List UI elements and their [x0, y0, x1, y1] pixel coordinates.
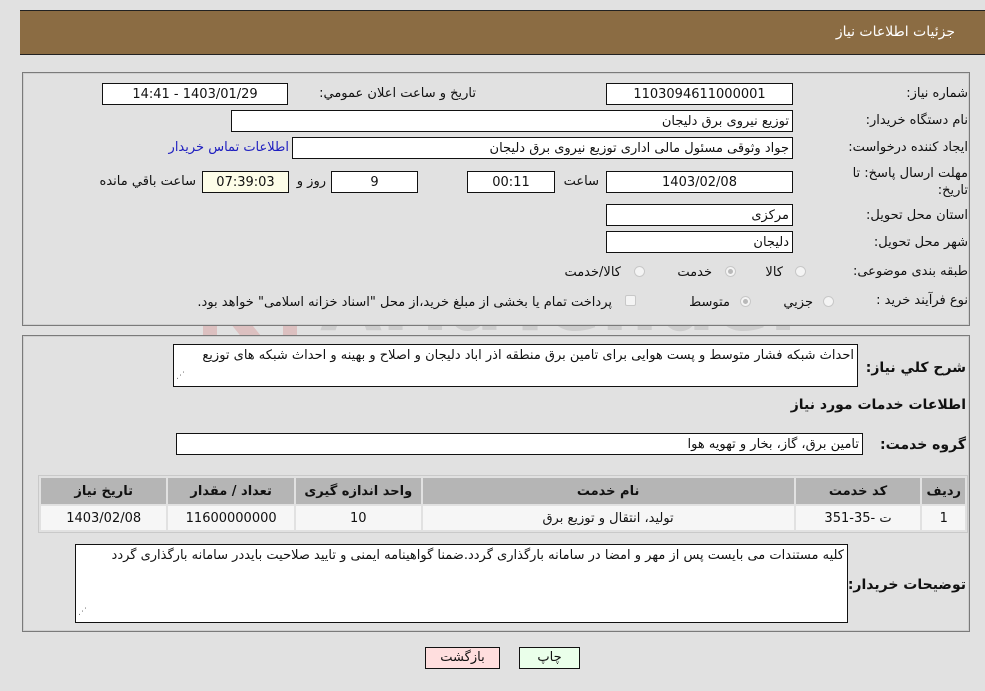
remaining-time-field: 07:39:03	[202, 171, 289, 193]
cell-need-date: 1403/02/08	[41, 506, 167, 530]
cell-row-number: 1	[922, 506, 965, 530]
table-header-row: ردیف کد خدمت نام خدمت واحد اندازه گیری ت…	[41, 478, 965, 504]
cell-unit: 10	[295, 506, 421, 530]
need-number-label: شماره نیاز:	[906, 86, 968, 101]
table-row: 1 ت -35-351 تولید، انتقال و توزیع برق 10…	[41, 506, 965, 530]
col-service-name: نام خدمت	[422, 478, 794, 504]
buyer-org-label: نام دستگاه خریدار:	[865, 113, 968, 128]
buyer-contact-link[interactable]: اطلاعات تماس خریدار	[169, 140, 289, 155]
category-radio-goods[interactable]	[795, 266, 806, 277]
col-row-number: ردیف	[922, 478, 965, 504]
process-label: نوع فرآیند خرید :	[876, 293, 968, 308]
service-group-field: تامین برق، گاز، بخار و تهویه هوا	[176, 433, 863, 455]
category-option-service: خدمت	[677, 265, 712, 280]
treasury-checkbox[interactable]	[625, 295, 636, 306]
province-label: استان محل تحویل:	[866, 208, 968, 223]
treasury-note: پرداخت تمام یا بخشی از مبلغ خرید،از محل …	[197, 295, 612, 310]
deadline-label: مهلت ارسال پاسخ: تا تاریخ:	[852, 166, 968, 198]
page-header: جزئیات اطلاعات نیاز	[20, 10, 985, 55]
service-group-label: گروه خدمت:	[880, 437, 966, 453]
process-option-minor: جزیي	[783, 295, 813, 310]
category-radio-goods-service[interactable]	[634, 266, 645, 277]
col-unit: واحد اندازه گیری	[295, 478, 421, 504]
buyer-notes-label: توضیحات خریدار:	[847, 577, 966, 593]
cell-quantity: 11600000000	[168, 506, 294, 530]
buyer-notes-text: کلیه مستندات می بایست پس از مهر و امضا د…	[111, 548, 844, 563]
buyer-notes-textarea[interactable]: کلیه مستندات می بایست پس از مهر و امضا د…	[75, 544, 848, 623]
description-textarea[interactable]: احداث شبکه فشار متوسط و پست هوایی برای ت…	[173, 344, 858, 387]
back-button[interactable]: بازگشت	[425, 647, 500, 669]
province-field: مرکزی	[606, 204, 793, 226]
remaining-time-label: ساعت باقي مانده	[99, 174, 196, 189]
process-radio-minor[interactable]	[823, 296, 834, 307]
city-label: شهر محل تحویل:	[873, 235, 968, 250]
process-option-medium: متوسط	[689, 295, 730, 310]
creator-field: جواد وثوقی مسئول مالی اداری توزیع نیروی …	[292, 137, 793, 159]
col-service-code: کد خدمت	[795, 478, 921, 504]
city-field: دلیجان	[606, 231, 793, 253]
creator-label: ایجاد کننده درخواست:	[848, 140, 968, 155]
services-table: ردیف کد خدمت نام خدمت واحد اندازه گیری ت…	[38, 475, 968, 533]
process-radio-medium[interactable]	[740, 296, 751, 307]
resize-handle-icon[interactable]: ⋰	[78, 604, 87, 621]
category-label: طبقه بندی موضوعی:	[852, 264, 968, 279]
days-label: روز و	[296, 174, 326, 189]
col-quantity: تعداد / مقدار	[168, 478, 294, 504]
print-button[interactable]: چاپ	[519, 647, 580, 669]
col-need-date: تاریخ نیاز	[41, 478, 167, 504]
cell-service-code: ت -35-351	[795, 506, 921, 530]
category-option-goods: کالا	[765, 265, 783, 280]
deadline-time-label: ساعت	[563, 174, 599, 189]
announce-datetime-label: تاریخ و ساعت اعلان عمومي:	[319, 86, 476, 101]
page-title: جزئیات اطلاعات نیاز	[835, 24, 955, 40]
resize-handle-icon[interactable]: ⋰	[176, 368, 185, 385]
description-text: احداث شبکه فشار متوسط و پست هوایی برای ت…	[202, 348, 854, 363]
description-label: شرح کلي نیاز:	[865, 360, 966, 376]
deadline-date-field: 1403/02/08	[606, 171, 793, 193]
days-remaining-field: 9	[331, 171, 418, 193]
deadline-time-field: 00:11	[467, 171, 555, 193]
buyer-org-field: توزیع نیروی برق دلیجان	[231, 110, 793, 132]
services-section-title: اطلاعات خدمات مورد نیاز	[790, 397, 966, 413]
cell-service-name: تولید، انتقال و توزیع برق	[422, 506, 794, 530]
announce-datetime-field: 1403/01/29 - 14:41	[102, 83, 288, 105]
need-number-field: 1103094611000001	[606, 83, 793, 105]
category-option-goods-service: کالا/خدمت	[564, 265, 621, 280]
category-radio-service[interactable]	[725, 266, 736, 277]
